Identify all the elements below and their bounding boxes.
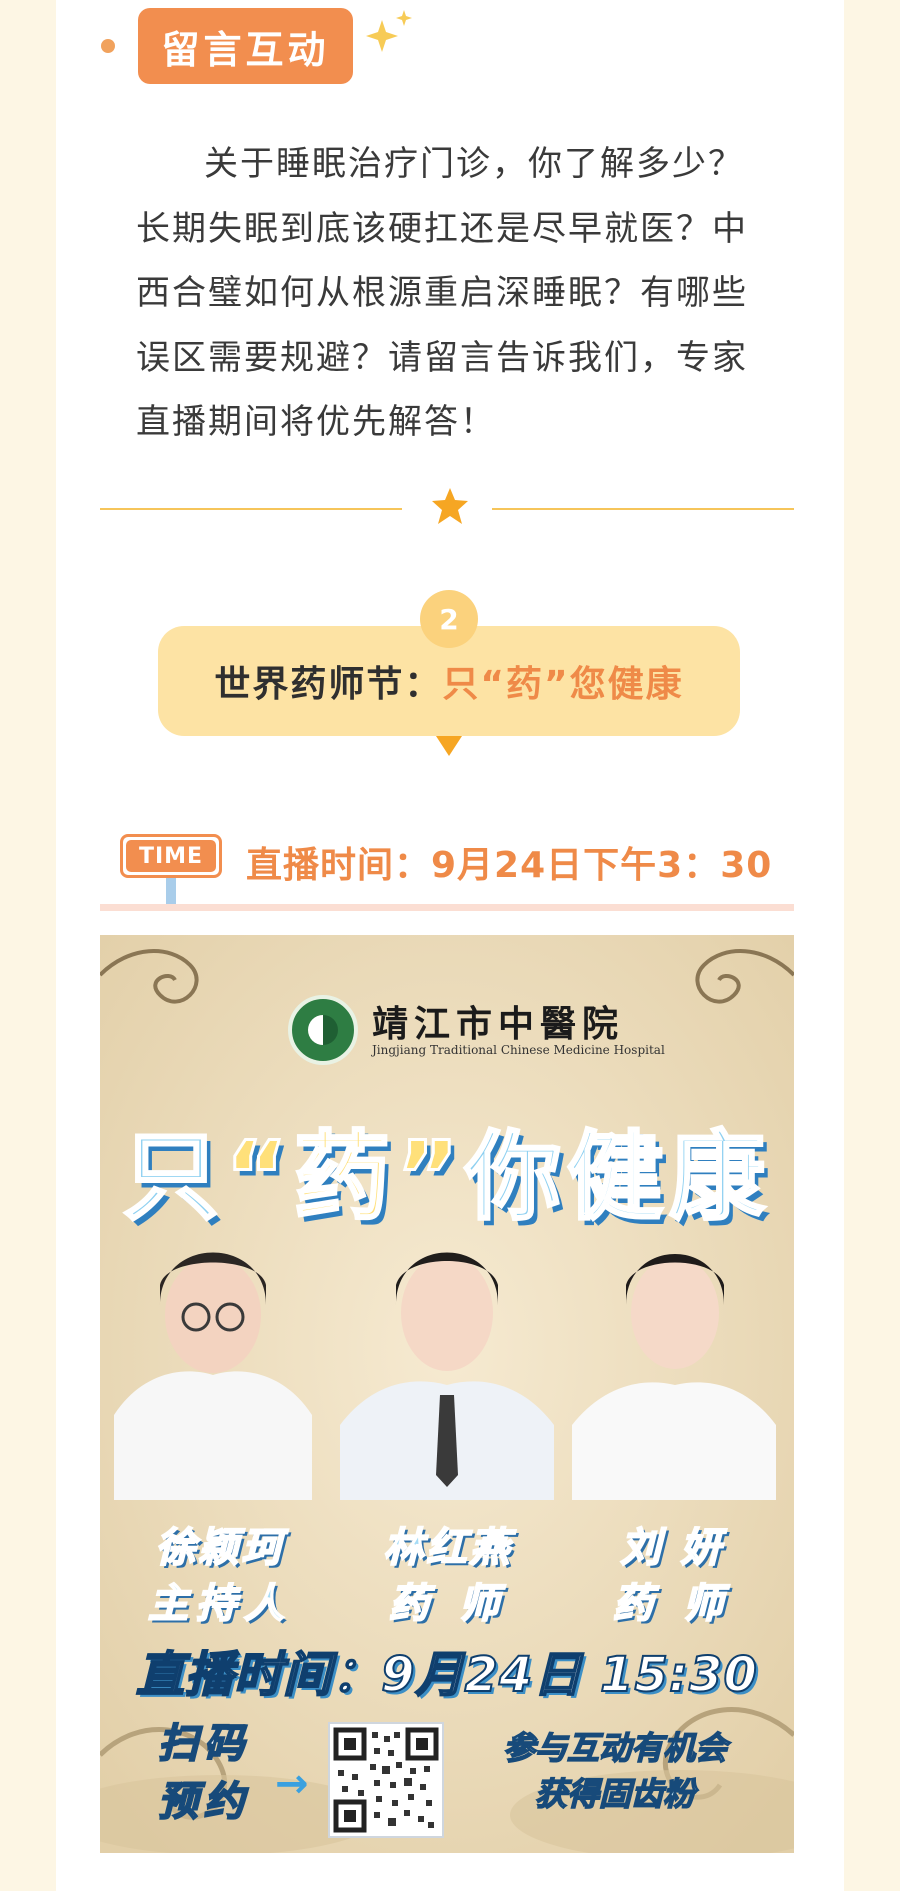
person-role: 药 师 <box>388 1580 507 1628</box>
person-name: 林红燕 <box>383 1524 513 1572</box>
qr-code[interactable] <box>328 1722 444 1838</box>
person-name: 徐颖珂 <box>155 1524 285 1572</box>
poster-broadcast-time: 直播时间：9月24日 15:30 <box>135 1646 758 1704</box>
banner-pointer <box>436 736 462 756</box>
poster-title: 只“药”你健康 <box>100 1099 794 1238</box>
scan-line-1: 扫码 <box>157 1720 250 1768</box>
broadcast-time: 直播时间：9月24日下午3：30 <box>246 845 773 886</box>
time-underline <box>100 904 794 911</box>
person-role: 主持人 <box>147 1580 292 1628</box>
bullet-dot <box>101 39 115 53</box>
divider-left <box>100 508 402 510</box>
star-icon <box>432 488 468 524</box>
event-poster: 靖江市中醫院 Jingjiang Traditional Chinese Med… <box>100 935 794 1853</box>
topic-title-prefix: 世界药师节： <box>214 664 443 705</box>
sparkle-icon <box>366 10 412 52</box>
section-tag: 留言互动 <box>138 8 353 84</box>
promo-text: 参与互动有机会 获得固齿粉 <box>480 1725 750 1817</box>
promo-line-1: 参与互动有机会 <box>502 1728 728 1768</box>
hospital-name-en: Jingjiang Traditional Chinese Medicine H… <box>372 1043 665 1057</box>
poster-title-left: 只 <box>121 1120 225 1235</box>
time-tag-label: TIME <box>126 840 216 872</box>
topic-title-highlight: 只“药”您健康 <box>442 664 684 705</box>
hospital-name: 靖江市中醫院 <box>372 1003 625 1045</box>
promo-line-2: 获得固齿粉 <box>534 1774 696 1814</box>
person-name: 刘 妍 <box>620 1524 724 1572</box>
arrow-right-icon: → <box>275 1761 309 1807</box>
poster-title-right: 你健康 <box>464 1120 772 1235</box>
scan-line-2: 预约 <box>157 1778 250 1826</box>
hospital-logo <box>288 995 358 1065</box>
time-tag: TIME <box>120 834 222 878</box>
message-paragraph: 关于睡眠治疗门诊，你了解多少？长期失眠到底该硬扛还是尽早就医？中西合璧如何从根源… <box>136 144 748 442</box>
person-role: 药 师 <box>612 1580 731 1628</box>
poster-title-quoted: “药” <box>223 1120 466 1235</box>
divider-right <box>492 508 794 510</box>
scan-to-book: 扫码 预约 <box>157 1715 250 1831</box>
topic-number-badge: 2 <box>420 590 478 648</box>
